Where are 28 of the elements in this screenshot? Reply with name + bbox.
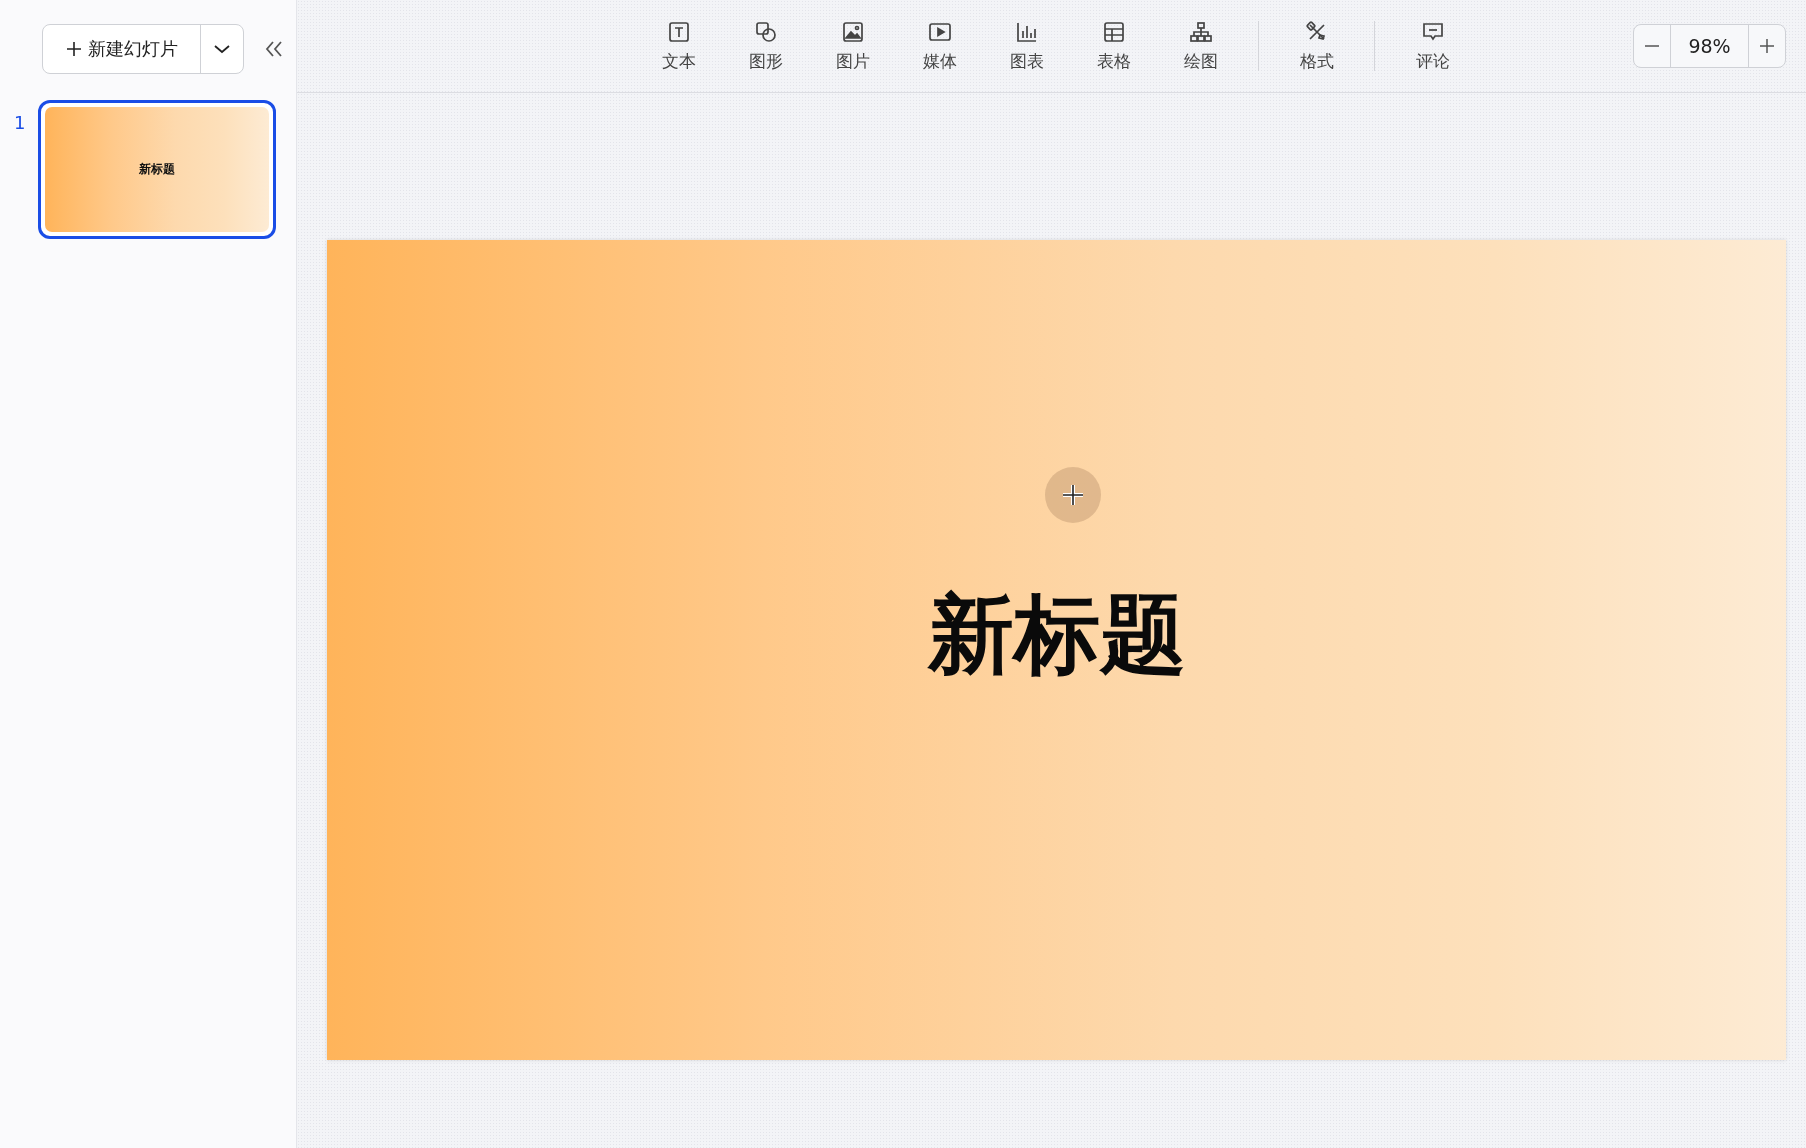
slide-title: 新标题 (927, 582, 1186, 686)
minus-icon (1645, 45, 1659, 47)
toolbar-button[interactable]: 绘图 (1157, 19, 1244, 73)
toolbar-button[interactable]: 格式 (1273, 19, 1360, 73)
image-icon (840, 19, 865, 44)
collapse-button[interactable] (264, 40, 284, 58)
chevron-down-icon (213, 44, 231, 54)
plus-icon (1759, 38, 1775, 54)
org-chart-icon (1188, 19, 1213, 44)
double-chevron-left-icon (264, 40, 284, 58)
toolbar-button[interactable]: 图表 (983, 19, 1070, 73)
table-icon (1101, 19, 1126, 44)
shapes-icon (753, 19, 778, 44)
toolbar-button[interactable]: 媒体 (896, 19, 983, 73)
slide-thumbnail[interactable]: 新标题 (38, 100, 276, 239)
toolbar-button[interactable]: 图片 (809, 19, 896, 73)
cursor-highlight-icon (1045, 467, 1101, 523)
slide-number: 1 (14, 112, 27, 133)
plus-icon (65, 41, 82, 57)
new-slide-button[interactable]: 新建幻灯片 (43, 25, 201, 73)
new-slide-split-button[interactable]: 新建幻灯片 (42, 24, 244, 74)
slide-canvas[interactable]: 新标题 (327, 240, 1786, 1060)
toolbar-button[interactable]: 表格 (1070, 19, 1157, 73)
toolbar-button[interactable]: 图形 (722, 19, 809, 73)
text-box-icon (666, 19, 691, 44)
toolbar-button[interactable]: 评论 (1389, 19, 1476, 73)
toolbar-button[interactable]: 文本 (635, 19, 722, 73)
thumbnail-title: 新标题 (139, 161, 175, 178)
